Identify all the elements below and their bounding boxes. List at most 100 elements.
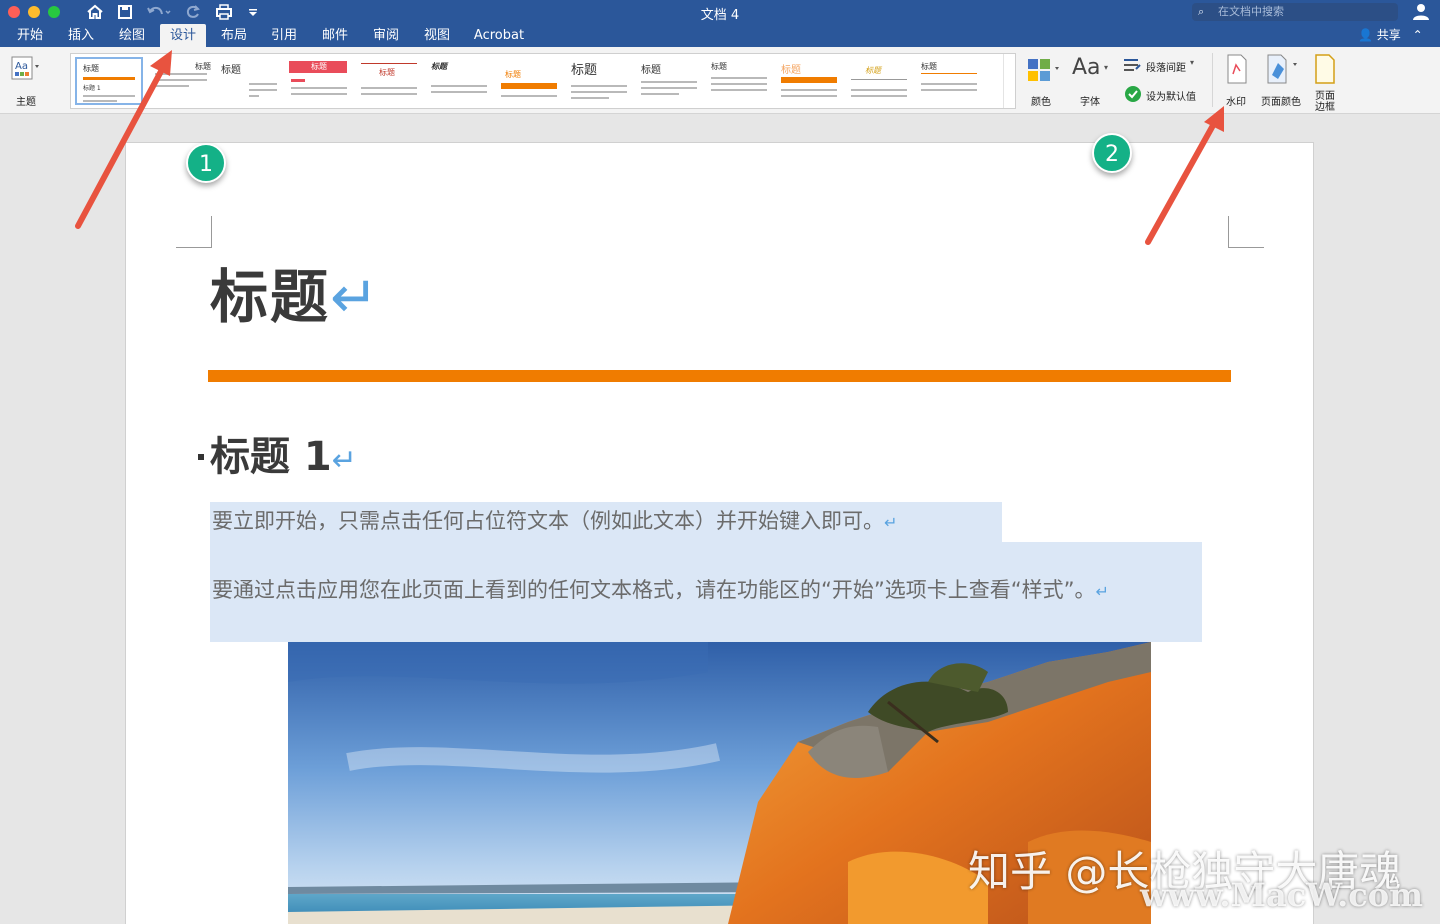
- share-button[interactable]: 👤 共享 ⌃: [1358, 24, 1423, 47]
- ribbon-panel: Aa 主题 标题 标题 1 标题 标题 标题 标题 标题 标题 标题 标题 标题…: [0, 47, 1440, 114]
- thumb-title: 标题: [781, 65, 801, 76]
- thumb-title: 标题: [571, 63, 598, 78]
- thumb-rule: [83, 77, 135, 80]
- heading-bullet: [198, 454, 204, 460]
- style-set-thumb[interactable]: 标题: [215, 57, 283, 105]
- thumb-line: [249, 83, 277, 85]
- thumb-line: [501, 95, 557, 97]
- themes-button[interactable]: Aa 主题: [6, 53, 48, 109]
- body-paragraph[interactable]: 要立即开始，只需点击任何占位符文本（例如此文本）并开始键入即可。↵: [212, 505, 897, 535]
- fonts-label: 字体: [1080, 97, 1100, 108]
- themes-icon: Aa: [11, 56, 39, 80]
- style-set-thumb[interactable]: 标题 标题 1: [75, 57, 143, 105]
- style-set-thumb[interactable]: 标题: [425, 57, 493, 105]
- tab-acrobat[interactable]: Acrobat: [468, 24, 530, 47]
- page-borders-button[interactable]: 页面 边框: [1308, 53, 1342, 113]
- gallery-scroll[interactable]: [1003, 54, 1015, 108]
- tab-references[interactable]: 引用: [263, 24, 305, 47]
- style-set-thumb[interactable]: 标题: [635, 57, 703, 105]
- thumb-line: [711, 89, 767, 91]
- thumb-line: [711, 83, 767, 85]
- thumb-title: 标题: [711, 62, 727, 71]
- colors-icon: [1028, 59, 1059, 81]
- thumb-title: 标题: [921, 62, 937, 71]
- search-input[interactable]: ⌕ 在文档中搜索: [1192, 3, 1398, 21]
- body-paragraph[interactable]: 要通过点击应用您在此页面上看到的任何文本格式，请在功能区的“开始”选项卡上查看“…: [212, 574, 1109, 604]
- set-as-default-button[interactable]: 设为默认值: [1120, 83, 1204, 105]
- tab-mailings[interactable]: 邮件: [314, 24, 356, 47]
- thumb-line: [571, 85, 627, 87]
- thumb-title: 标题: [431, 62, 447, 71]
- thumb-title: 标题: [379, 68, 395, 77]
- thumb-line: [641, 81, 697, 83]
- thumb-rule: [501, 83, 557, 89]
- tab-home[interactable]: 开始: [10, 24, 50, 47]
- style-set-thumb[interactable]: 标题: [915, 57, 983, 105]
- paragraph-spacing-button[interactable]: 段落间距 ▾: [1120, 55, 1204, 77]
- thumb-line: [781, 95, 837, 97]
- page-color-label: 页面颜色: [1261, 97, 1301, 108]
- thumb-line: [921, 89, 977, 91]
- thumb-line: [83, 100, 117, 102]
- thumb-line: [83, 95, 135, 97]
- account-icon[interactable]: [1410, 2, 1430, 22]
- style-set-thumb[interactable]: 标题: [495, 57, 563, 105]
- thumb-line: [781, 89, 837, 91]
- paragraph-spacing-label: 段落间距: [1146, 63, 1186, 74]
- style-set-thumb[interactable]: 标题: [775, 57, 843, 105]
- title-underline-rule: [208, 370, 1231, 382]
- thumb-line: [641, 87, 697, 89]
- fonts-dropdown-icon: ▾: [1104, 63, 1109, 72]
- collapse-ribbon-icon[interactable]: ⌃: [1413, 28, 1423, 42]
- thumb-line: [571, 97, 609, 99]
- thumb-title: 标题: [865, 66, 881, 75]
- tab-draw[interactable]: 绘图: [111, 24, 153, 47]
- tab-view[interactable]: 视图: [416, 24, 458, 47]
- style-set-thumb[interactable]: 标题: [145, 57, 213, 105]
- paragraph-mark: ↵: [330, 263, 381, 331]
- style-set-thumb[interactable]: 标题: [565, 57, 633, 105]
- fonts-button[interactable]: Aa ▾ 字体: [1068, 53, 1114, 109]
- set-as-default-label: 设为默认值: [1146, 92, 1196, 103]
- thumb-line: [249, 89, 277, 91]
- title-text: 标题: [210, 263, 331, 331]
- crop-mark-top-left: [176, 216, 212, 248]
- style-set-thumb[interactable]: 标题: [355, 57, 423, 105]
- watermark-icon: [1227, 54, 1247, 84]
- page-color-button[interactable]: 页面颜色: [1258, 53, 1304, 109]
- heading-1[interactable]: 标题 1↵: [210, 424, 357, 482]
- thumb-line: [155, 73, 207, 75]
- document-title-text[interactable]: 标题↵: [210, 250, 381, 334]
- thumb-line: [249, 95, 259, 97]
- style-set-thumb[interactable]: 标题: [845, 57, 913, 105]
- tab-design[interactable]: 设计: [160, 24, 206, 47]
- thumb-title: 标题: [311, 62, 327, 71]
- thumb-title: 标题: [221, 65, 241, 76]
- colors-button[interactable]: 颜色: [1022, 53, 1062, 109]
- thumb-rule: [361, 63, 417, 64]
- paragraph-1-text: 要立即开始，只需点击任何占位符文本（例如此文本）并开始键入即可。: [212, 509, 884, 533]
- checkmark-icon: [1125, 86, 1141, 102]
- thumb-title: 标题: [83, 64, 99, 73]
- thumb-line: [431, 91, 487, 93]
- thumb-line: [155, 85, 189, 87]
- tab-review[interactable]: 审阅: [365, 24, 407, 47]
- thumb-line: [641, 93, 679, 95]
- heading-1-text: 标题 1: [210, 434, 332, 480]
- paragraph-2-text: 要通过点击应用您在此页面上看到的任何文本格式，请在功能区的“开始”选项卡上查看“…: [212, 578, 1096, 602]
- tab-insert[interactable]: 插入: [60, 24, 102, 47]
- watermark-button[interactable]: 水印: [1220, 53, 1254, 109]
- thumb-rule: [851, 79, 907, 80]
- step-1-badge: 1: [186, 143, 226, 183]
- paragraph-mark: ↵: [884, 513, 898, 532]
- thumb-line: [571, 91, 627, 93]
- style-set-thumb[interactable]: 标题: [285, 57, 353, 105]
- style-set-thumb[interactable]: 标题: [705, 57, 773, 105]
- title-bar: 文档 4 ⌕ 在文档中搜索: [0, 0, 1440, 24]
- thumb-line: [851, 95, 907, 97]
- page-color-icon: [1267, 54, 1297, 84]
- thumb-line: [291, 87, 347, 89]
- search-icon: ⌕: [1198, 5, 1205, 18]
- tab-layout[interactable]: 布局: [213, 24, 255, 47]
- thumb-line: [921, 83, 977, 85]
